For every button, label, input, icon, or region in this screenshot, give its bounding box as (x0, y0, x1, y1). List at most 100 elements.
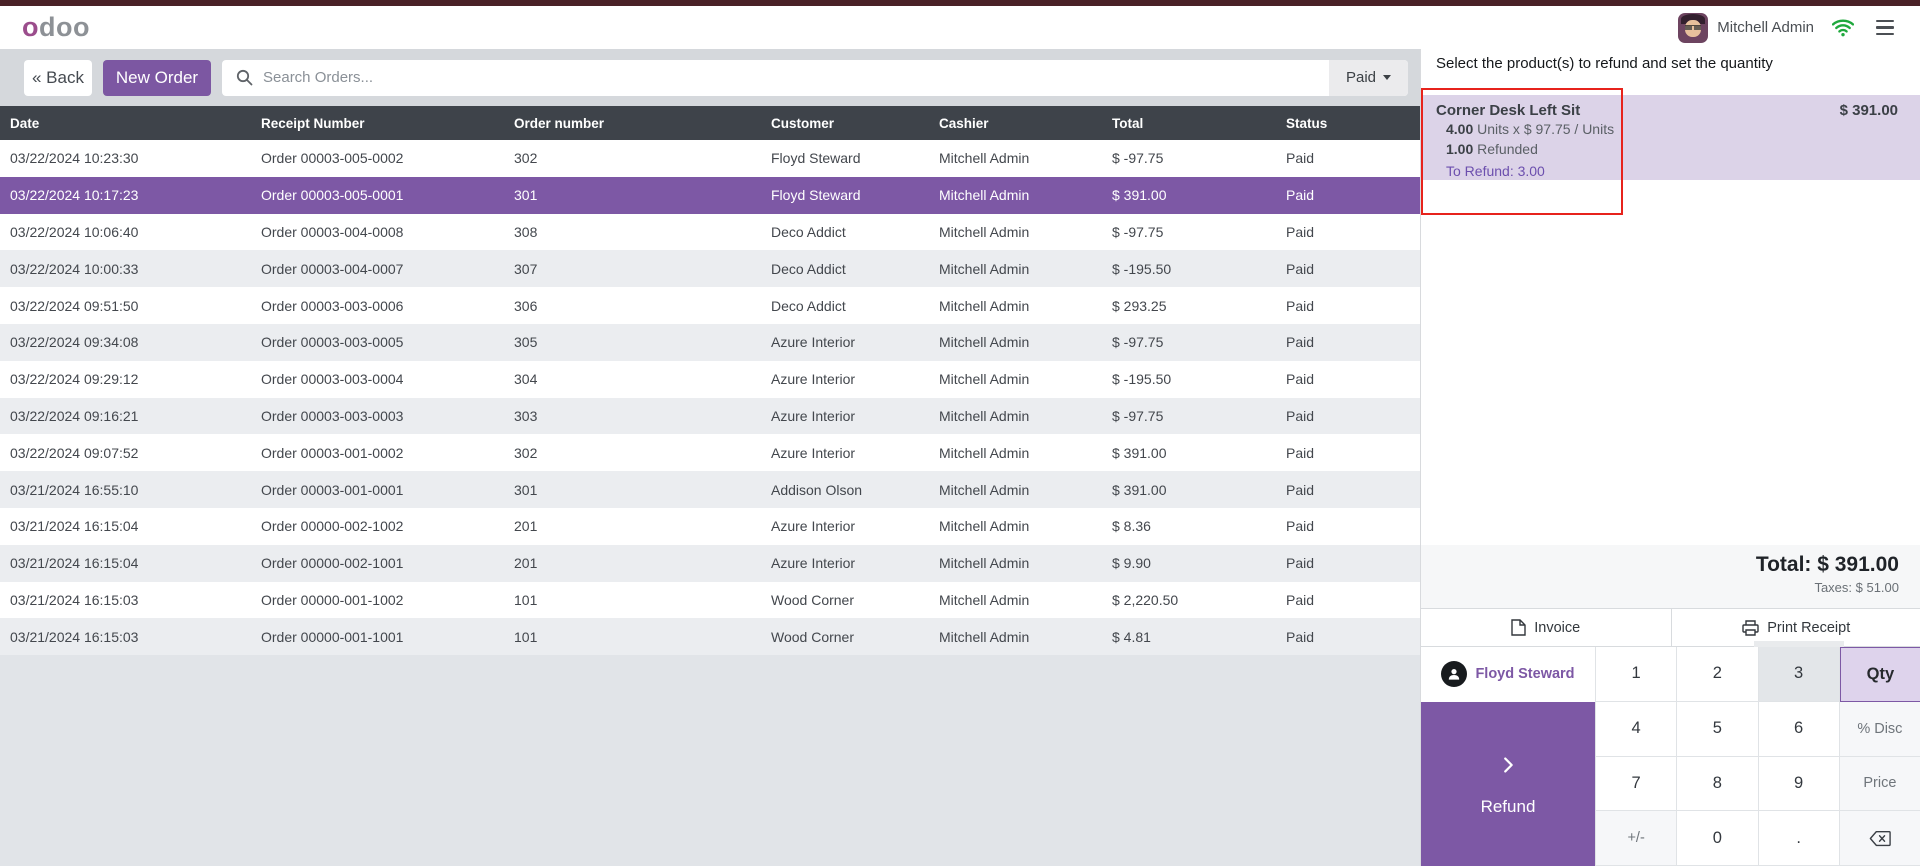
cell-status: Paid (1286, 481, 1315, 498)
table-row[interactable]: 03/21/2024 16:15:04 Order 00000-002-1001… (0, 544, 1420, 582)
cell-date: 03/22/2024 10:00:33 (10, 260, 139, 277)
table-row[interactable]: 03/22/2024 09:51:50 Order 00003-003-0006… (0, 287, 1420, 324)
table-row[interactable]: 03/22/2024 09:29:12 Order 00003-003-0004… (0, 360, 1420, 398)
cell-customer: Azure Interior (771, 518, 856, 535)
cell-customer: Deco Addict (771, 297, 846, 314)
cell-cashier: Mitchell Admin (939, 481, 1030, 498)
pos-orders-screen: odoo Mitchell Admin « Back New Order Sea… (0, 0, 1920, 866)
total-amount: Total: $ 391.00 (1755, 553, 1899, 576)
table-row[interactable]: 03/21/2024 16:15:03 Order 00000-001-1002… (0, 581, 1420, 619)
cell-total: $ -97.75 (1112, 407, 1164, 424)
cell-total: $ -97.75 (1112, 334, 1164, 351)
cell-receipt: Order 00000-002-1002 (261, 518, 404, 535)
table-row[interactable]: 03/22/2024 10:00:33 Order 00003-004-0007… (0, 250, 1420, 288)
table-row[interactable]: 03/21/2024 16:55:10 Order 00003-001-0001… (0, 471, 1420, 508)
hamburger-menu-icon[interactable] (1872, 16, 1898, 40)
cell-order: 302 (514, 444, 538, 461)
product-price: $ 391.00 (1839, 102, 1898, 119)
table-row[interactable]: 03/22/2024 09:07:52 Order 00003-001-0002… (0, 434, 1420, 472)
cell-status: Paid (1286, 260, 1315, 277)
chevron-right-icon (1504, 757, 1513, 773)
cell-receipt: Order 00003-005-0001 (261, 187, 404, 204)
order-totals: Total: $ 391.00 Taxes: $ 51.00 (1421, 545, 1920, 608)
col-total: Total (1112, 115, 1144, 131)
invoice-icon (1511, 619, 1526, 636)
cell-cashier: Mitchell Admin (939, 150, 1030, 167)
numpad-key-8[interactable]: 8 (1677, 756, 1759, 812)
numpad-key-9[interactable]: 9 (1758, 756, 1840, 812)
cell-receipt: Order 00003-004-0008 (261, 223, 404, 240)
invoice-button[interactable]: Invoice (1421, 609, 1671, 646)
col-order-number: Order number (514, 115, 605, 131)
table-row[interactable]: 03/22/2024 10:23:30 Order 00003-005-0002… (0, 140, 1420, 177)
cell-customer: Floyd Steward (771, 187, 861, 204)
caret-down-icon (1383, 75, 1391, 80)
paid-filter-dropdown[interactable]: Paid (1328, 59, 1408, 96)
cell-cashier: Mitchell Admin (939, 628, 1030, 645)
cell-cashier: Mitchell Admin (939, 518, 1030, 535)
numpad-key-price[interactable]: Price (1839, 756, 1920, 812)
search-orders-input[interactable] (263, 59, 1329, 96)
table-row[interactable]: 03/21/2024 16:15:03 Order 00000-001-1001… (0, 618, 1420, 656)
cell-date: 03/22/2024 10:06:40 (10, 223, 139, 240)
refund-product-line[interactable]: Corner Desk Left Sit $ 391.00 4.00 Units… (1421, 95, 1920, 180)
cell-order: 201 (514, 518, 538, 535)
user-menu[interactable]: Mitchell Admin (1678, 12, 1814, 43)
table-row[interactable]: 03/22/2024 09:34:08 Order 00003-003-0005… (0, 323, 1420, 361)
numpad-key-disc[interactable]: % Disc (1839, 701, 1920, 757)
numpad-key-4[interactable]: 4 (1596, 701, 1678, 757)
cell-order: 302 (514, 150, 538, 167)
cell-date: 03/22/2024 09:34:08 (10, 334, 139, 351)
cell-receipt: Order 00003-004-0007 (261, 260, 404, 277)
numpad-key-backspace[interactable] (1839, 811, 1920, 866)
refund-instruction: Select the product(s) to refund and set … (1436, 55, 1773, 72)
cell-order: 101 (514, 628, 538, 645)
numpad-key-2[interactable]: 2 (1677, 647, 1759, 702)
cell-cashier: Mitchell Admin (939, 555, 1030, 572)
new-order-button[interactable]: New Order (103, 59, 211, 96)
orders-toolbar: « Back New Order Paid (0, 49, 1420, 106)
cell-cashier: Mitchell Admin (939, 407, 1030, 424)
cell-order: 101 (514, 591, 538, 608)
cell-customer: Addison Olson (771, 481, 863, 498)
refund-button[interactable]: Refund (1421, 701, 1595, 866)
cell-cashier: Mitchell Admin (939, 334, 1030, 351)
wifi-status-icon[interactable] (1832, 19, 1854, 37)
refund-button-label: Refund (1480, 796, 1536, 816)
cell-cashier: Mitchell Admin (939, 591, 1030, 608)
cell-status: Paid (1286, 407, 1315, 424)
table-row[interactable]: 03/22/2024 09:16:21 Order 00003-003-0003… (0, 397, 1420, 435)
cell-order: 305 (514, 334, 538, 351)
table-row[interactable]: 03/21/2024 16:15:04 Order 00000-002-1002… (0, 507, 1420, 545)
cell-receipt: Order 00003-005-0002 (261, 150, 404, 167)
cell-customer: Deco Addict (771, 223, 846, 240)
cell-status: Paid (1286, 334, 1315, 351)
numpad-key-qty[interactable]: Qty (1839, 647, 1920, 702)
numpad-key-7[interactable]: 7 (1596, 756, 1678, 812)
cell-status: Paid (1286, 187, 1315, 204)
cell-cashier: Mitchell Admin (939, 371, 1030, 388)
numpad-key-0[interactable]: 0 (1677, 811, 1759, 866)
table-row[interactable]: 03/22/2024 10:06:40 Order 00003-004-0008… (0, 213, 1420, 251)
back-button[interactable]: « Back (24, 59, 92, 96)
numpad-column-shadow (1754, 641, 1844, 647)
cell-cashier: Mitchell Admin (939, 260, 1030, 277)
numpad-key-+/-[interactable]: +/- (1596, 811, 1678, 866)
table-row[interactable]: 03/22/2024 10:17:23 Order 00003-005-0001… (0, 176, 1420, 214)
numpad-key-.[interactable]: . (1758, 811, 1840, 866)
cell-order: 306 (514, 297, 538, 314)
cell-order: 308 (514, 223, 538, 240)
numpad: 1 2 3 Qty 4 5 6% Disc 7 8 9 Price +/- 0. (1595, 647, 1920, 866)
col-customer: Customer (771, 115, 835, 131)
numpad-key-3[interactable]: 3 (1758, 647, 1840, 702)
cell-total: $ 391.00 (1112, 481, 1167, 498)
customer-button[interactable]: Floyd Steward (1421, 647, 1595, 702)
cell-receipt: Order 00003-003-0006 (261, 297, 404, 314)
cell-status: Paid (1286, 223, 1315, 240)
numpad-key-1[interactable]: 1 (1596, 647, 1678, 702)
numpad-key-6[interactable]: 6 (1758, 701, 1840, 757)
cell-status: Paid (1286, 555, 1315, 572)
cell-date: 03/22/2024 09:16:21 (10, 407, 139, 424)
cell-total: $ 391.00 (1112, 444, 1167, 461)
numpad-key-5[interactable]: 5 (1677, 701, 1759, 757)
